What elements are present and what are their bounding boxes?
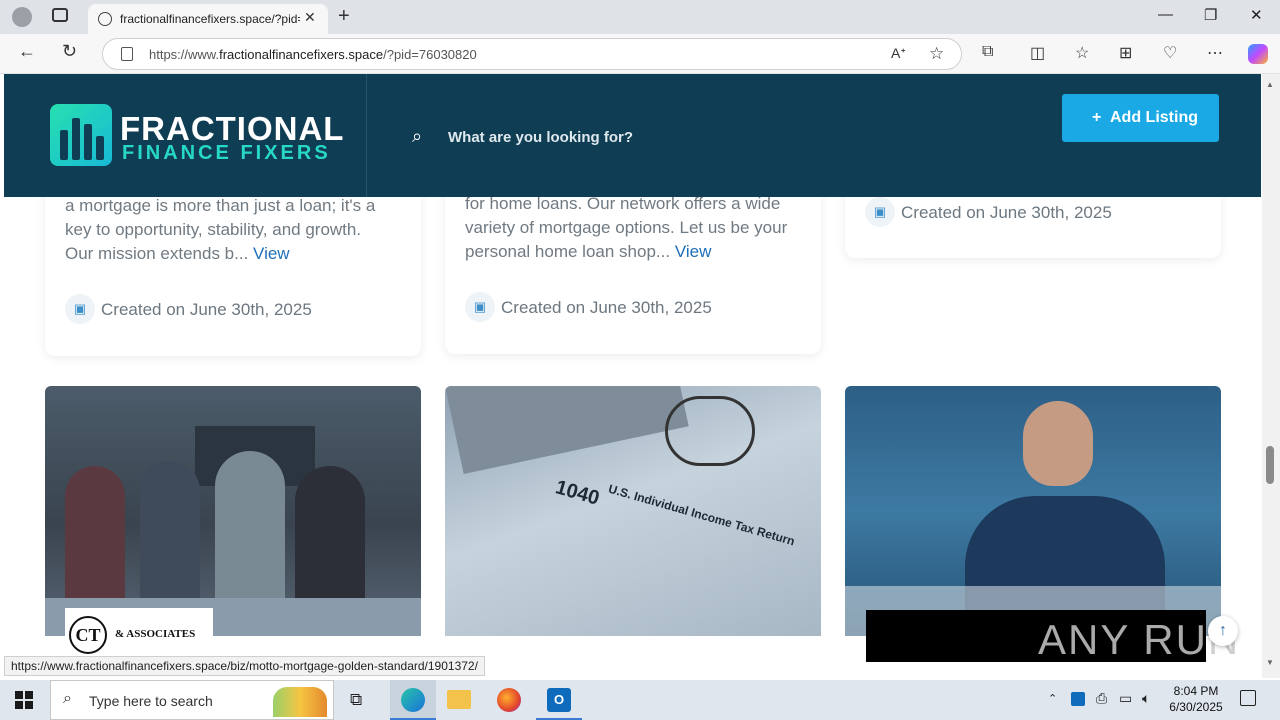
url-prefix: https://www. <box>149 47 220 62</box>
glasses-lens <box>665 396 755 466</box>
url-field[interactable]: https://www.fractionalfinancefixers.spac… <box>102 38 962 70</box>
created-date: Created on June 30th, 2025 <box>901 203 1112 222</box>
search-icon: ⌕ <box>63 690 72 707</box>
extensions-icon[interactable]: ⧉ <box>982 43 993 61</box>
created-date: Created on June 30th, 2025 <box>101 300 312 319</box>
new-tab-icon[interactable]: + <box>338 5 350 28</box>
windows-start-icon[interactable] <box>15 691 33 709</box>
show-hidden-icons-icon[interactable]: ⌃ <box>1048 692 1057 705</box>
tab-title: fractionalfinancefixers.space/?pid= <box>120 12 300 26</box>
page-scrollbar[interactable]: ▲ ▼ <box>1262 74 1280 678</box>
task-view-icon[interactable]: ⧉ <box>350 690 362 710</box>
person-silhouette <box>65 466 125 606</box>
outlook-icon: O <box>547 688 571 712</box>
person-silhouette <box>215 451 285 606</box>
logo-icon[interactable] <box>50 104 112 166</box>
calculator-shape <box>445 386 689 475</box>
listing-photo-tax-form[interactable]: 1040 U.S. Individual Income Tax Return <box>445 386 821 636</box>
search-highlight-icon <box>273 687 327 717</box>
search-icon[interactable]: ⌕ <box>412 126 422 147</box>
outlook-tray-icon[interactable] <box>1071 692 1085 706</box>
back-icon[interactable]: ← <box>18 41 36 62</box>
status-bar-link: https://www.fractionalfinancefixers.spac… <box>4 656 485 676</box>
tab-actions-icon[interactable] <box>52 8 68 22</box>
person-silhouette <box>140 461 200 606</box>
minimize-icon[interactable]: — <box>1158 6 1173 23</box>
favorites-icon[interactable]: ☆ <box>1075 43 1089 63</box>
browser-tab-bar: fractionalfinancefixers.space/?pid= ✕ + … <box>0 0 1280 34</box>
description-line: variety of mortgage options. Let us be y… <box>465 218 788 237</box>
close-window-icon[interactable]: ✕ <box>1250 6 1263 24</box>
file-explorer-icon[interactable] <box>447 690 471 709</box>
clock-date: 6/30/2025 <box>1169 700 1223 714</box>
taskbar-clock[interactable]: 8:04 PM 6/30/2025 <box>1164 683 1228 715</box>
web-page: a mortgage is more than just a loan; it'… <box>0 74 1262 678</box>
logo-subtitle[interactable]: FINANCE FIXERS <box>122 142 331 165</box>
url-path: /?pid=76030820 <box>383 47 477 62</box>
plus-icon: + <box>1092 109 1102 126</box>
header-divider <box>366 74 367 197</box>
network-icon[interactable]: ▭ <box>1119 690 1132 707</box>
address-bar-row: ← ↻ https://www.fractionalfinancefixers.… <box>0 34 1280 74</box>
favorite-star-icon[interactable]: ☆ <box>929 44 944 64</box>
description-line: personal home loan shop... <box>465 242 671 261</box>
card-description: for home loans. Our network offers a wid… <box>465 192 805 264</box>
add-listing-button[interactable]: + Add Listing <box>1062 94 1219 142</box>
profile-icon[interactable] <box>12 7 32 27</box>
form-number: 1040 <box>552 476 602 510</box>
description-line: a mortgage is more than just a loan; it'… <box>65 196 376 215</box>
form-title: U.S. Individual Income Tax Return <box>606 481 797 549</box>
taskbar-search-placeholder: Type here to search <box>89 693 213 709</box>
view-link[interactable]: View <box>253 244 290 263</box>
taskbar-search-box[interactable]: ⌕ Type here to search <box>50 680 334 720</box>
globe-icon <box>98 12 112 26</box>
scroll-up-icon[interactable]: ▲ <box>1266 80 1274 89</box>
card-description: a mortgage is more than just a loan; it'… <box>65 194 405 266</box>
read-aloud-icon[interactable]: Aᐩ <box>891 45 906 62</box>
created-date: Created on June 30th, 2025 <box>501 298 712 317</box>
windows-taskbar: ⌕ Type here to search ⧉ O ⌃ ⎙ ▭ 🔈︎ 8:04 … <box>0 680 1280 720</box>
more-menu-icon[interactable]: ⋯ <box>1207 43 1223 63</box>
site-info-icon[interactable] <box>121 47 133 61</box>
add-listing-label: Add Listing <box>1110 109 1198 126</box>
listing-photo-team[interactable] <box>45 386 421 636</box>
outlook-taskbar-button[interactable]: O <box>536 680 582 720</box>
browser-essentials-icon[interactable]: ♡ <box>1163 43 1177 63</box>
firefox-icon[interactable] <box>497 688 521 712</box>
split-screen-icon[interactable]: ◫ <box>1030 43 1045 63</box>
badge-initials: CT <box>69 616 107 654</box>
url-host: fractionalfinancefixers.space <box>219 47 384 62</box>
person-face <box>1023 401 1093 486</box>
printer-icon[interactable]: ⎙ <box>1096 690 1107 707</box>
listing-photo-advisor[interactable] <box>845 386 1221 636</box>
active-tab[interactable]: fractionalfinancefixers.space/?pid= ✕ <box>88 4 328 34</box>
volume-icon[interactable]: 🔈︎ <box>1142 690 1150 707</box>
scroll-down-icon[interactable]: ▼ <box>1266 658 1274 667</box>
calendar-icon: ▣ <box>465 292 495 322</box>
person-silhouette <box>295 466 365 606</box>
photo-card-base <box>445 636 821 678</box>
description-line: key to opportunity, stability, and growt… <box>65 220 362 239</box>
notification-center-icon[interactable] <box>1240 690 1256 706</box>
scroll-to-top-icon[interactable]: ↑ <box>1208 616 1238 646</box>
search-input[interactable]: What are you looking for? <box>448 129 633 146</box>
restore-icon[interactable]: ❐ <box>1204 6 1217 24</box>
scrollbar-thumb[interactable] <box>1266 446 1274 484</box>
calendar-icon: ▣ <box>865 197 895 227</box>
refresh-icon[interactable]: ↻ <box>62 41 77 62</box>
description-line: Our mission extends b... <box>65 244 249 263</box>
site-header: FRACTIONAL FINANCE FIXERS ⌕ What are you… <box>4 74 1261 197</box>
edge-icon <box>401 688 425 712</box>
url-text: https://www.fractionalfinancefixers.spac… <box>149 47 477 62</box>
close-tab-icon[interactable]: ✕ <box>304 9 316 26</box>
badge-text: & ASSOCIATES <box>115 628 196 640</box>
view-link[interactable]: View <box>675 242 712 261</box>
collections-icon[interactable]: ⊞ <box>1119 43 1132 63</box>
clock-time: 8:04 PM <box>1173 684 1219 698</box>
calendar-icon: ▣ <box>65 294 95 324</box>
copilot-icon[interactable] <box>1248 44 1268 64</box>
edge-taskbar-button[interactable] <box>390 680 436 720</box>
